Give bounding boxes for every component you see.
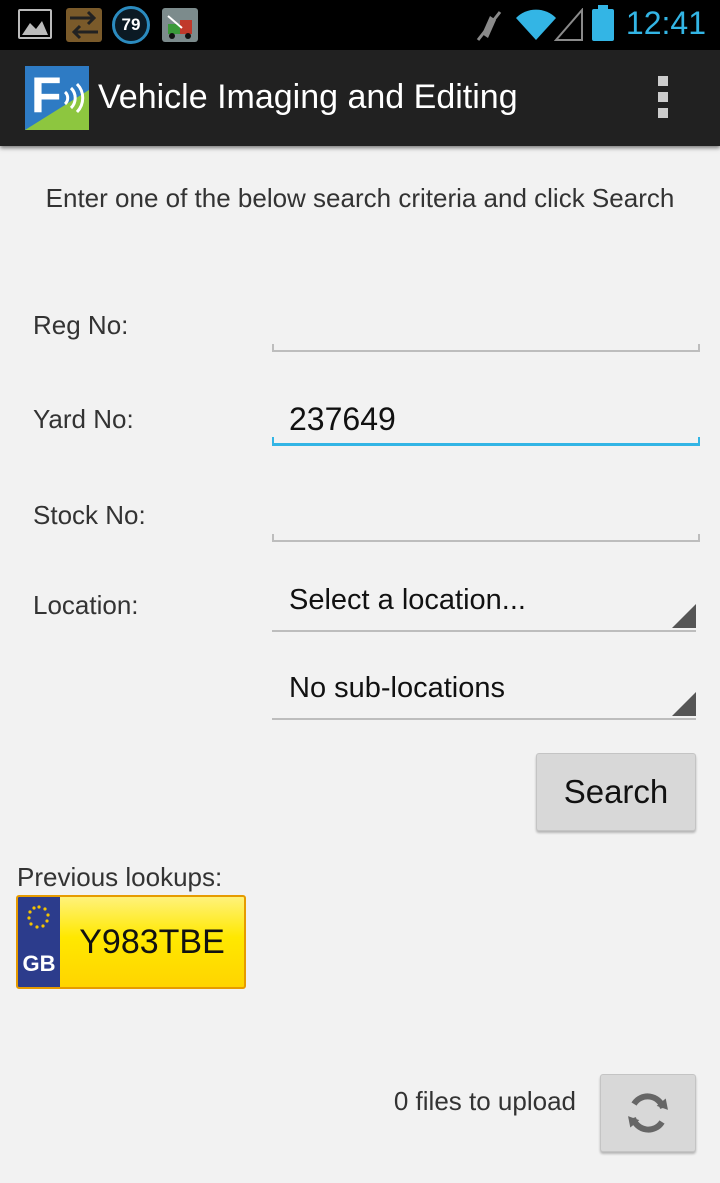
stock-no-input[interactable] xyxy=(272,492,700,542)
location-select[interactable]: Select a location... xyxy=(272,576,696,632)
upload-status: 0 files to upload xyxy=(393,1086,576,1116)
sync-icon xyxy=(628,1093,668,1133)
yard-no-input[interactable]: 237649 xyxy=(272,396,700,446)
app-logo-icon[interactable]: F xyxy=(25,66,89,130)
action-bar: F Vehicle Imaging and Editing xyxy=(0,50,720,146)
plate-country: GB xyxy=(22,951,56,976)
search-button[interactable]: Search xyxy=(536,753,696,831)
status-bar: 79 12:41 xyxy=(0,0,720,50)
badge-79-icon: 79 xyxy=(112,6,150,44)
sublocation-select[interactable]: No sub-locations xyxy=(272,664,696,720)
reg-no-input[interactable] xyxy=(272,302,700,352)
location-select-value: Select a location... xyxy=(289,584,526,616)
gallery-icon xyxy=(18,9,52,39)
yard-no-label: Yard No: xyxy=(33,404,134,434)
mute-icon xyxy=(474,10,504,47)
dropdown-arrow-icon xyxy=(672,604,696,628)
reg-no-label: Reg No: xyxy=(33,310,129,340)
signal-icon xyxy=(553,7,584,47)
wifi-icon xyxy=(514,8,558,47)
dropdown-arrow-icon xyxy=(672,692,696,716)
sync-button[interactable] xyxy=(600,1074,696,1152)
sublocation-select-value: No sub-locations xyxy=(289,672,505,704)
overflow-menu-icon[interactable] xyxy=(656,76,670,122)
app-title: Vehicle Imaging and Editing xyxy=(98,78,518,116)
tow-truck-icon xyxy=(162,8,198,42)
instructions-text: Enter one of the below search criteria a… xyxy=(45,183,675,213)
previous-lookup-plate[interactable]: GB Y983TBE xyxy=(16,895,246,989)
clock: 12:41 xyxy=(625,5,706,41)
previous-lookups-label: Previous lookups: xyxy=(17,862,223,892)
location-label: Location: xyxy=(33,590,139,620)
logo-letter: F xyxy=(31,67,62,123)
usb-icon xyxy=(66,8,102,42)
stock-no-label: Stock No: xyxy=(33,500,146,530)
battery-icon xyxy=(592,5,614,41)
plate-reg: Y983TBE xyxy=(79,922,225,961)
